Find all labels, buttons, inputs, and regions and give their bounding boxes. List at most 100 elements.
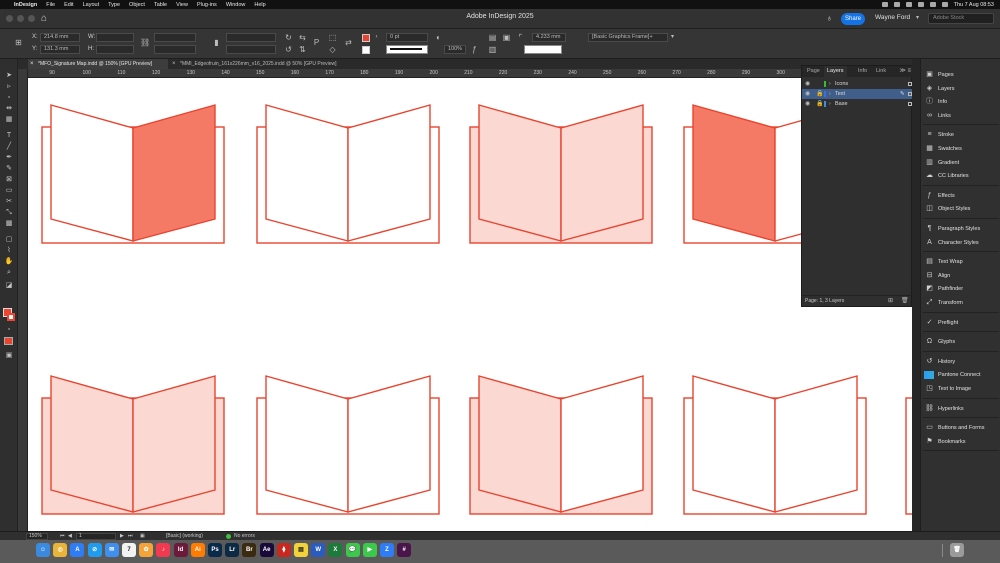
new-layer-icon[interactable]: ⊞ — [888, 296, 893, 307]
dock-panel-pages[interactable]: ▣ Pages — [921, 69, 1000, 81]
h-field[interactable] — [96, 45, 134, 54]
dock-panel-text-to-image[interactable]: ◳ Text to Image — [921, 383, 1000, 395]
layer-row-base[interactable]: ◉ 🔒 › Base — [802, 99, 913, 109]
vertical-ruler[interactable] — [18, 69, 28, 531]
lightbulb-icon[interactable]: ♁ — [826, 13, 833, 23]
close-icon[interactable]: × — [30, 59, 34, 69]
creative-cloud-icon[interactable] — [881, 2, 888, 7]
apply-color-button[interactable] — [4, 337, 13, 345]
y-field[interactable]: 131.3 mm — [40, 45, 80, 54]
dock-app-ae[interactable]: Ae — [259, 543, 274, 557]
opacity-field[interactable]: 100% — [444, 45, 466, 54]
dock-app-trash[interactable]: 🗑 — [950, 543, 964, 557]
dock-panel-gradient[interactable]: ▥ Gradient — [921, 157, 1000, 169]
menu-file[interactable]: File — [46, 2, 55, 8]
close-icon[interactable]: × — [172, 59, 176, 69]
menu-layout[interactable]: Layout — [83, 2, 100, 8]
dock-app-finder[interactable]: ☺ — [36, 543, 50, 557]
tab-links[interactable]: Link — [873, 66, 889, 77]
chevron-right-icon[interactable]: › — [829, 89, 831, 99]
first-page-icon[interactable]: ⏮ — [60, 533, 65, 540]
tab-layers[interactable]: Layers — [824, 66, 847, 77]
panel-menu-icon[interactable]: ≫ ≡ — [900, 67, 911, 74]
dock-app-id[interactable]: Id — [173, 543, 188, 557]
flip-vertical-icon[interactable]: ⇅ — [298, 45, 307, 54]
dock-app-music[interactable]: ♪ — [156, 543, 171, 557]
menu-table[interactable]: Table — [154, 2, 167, 8]
page-tool-icon[interactable]: ▫ — [4, 93, 14, 102]
hand-tool-icon[interactable]: ✋ — [4, 257, 14, 266]
formatting-affects-container-icon[interactable]: ▫ — [4, 325, 14, 334]
dock-panel-transform[interactable]: ⤢ Transform — [921, 297, 1000, 309]
dock-app-chrome[interactable]: ◎ — [53, 543, 68, 557]
share-button[interactable]: Share — [841, 13, 865, 25]
lock-icon[interactable]: 🔒 — [816, 89, 823, 99]
dock-panel-info[interactable]: ⓘ Info — [921, 96, 1000, 108]
document-canvas[interactable] — [28, 78, 912, 531]
dock-app-calendar[interactable]: 7 — [122, 543, 136, 557]
master-page-icon[interactable]: ▣ — [140, 533, 145, 540]
adobe-stock-search[interactable]: Adobe Stock — [928, 13, 994, 24]
free-transform-tool-icon[interactable]: ⤡ — [4, 208, 14, 217]
chevron-down-icon[interactable]: ▾ — [668, 33, 677, 42]
dock-panel-pantone[interactable]: Pantone Connect — [921, 369, 1000, 381]
horizontal-ruler[interactable]: 90 100 110 120 130 140 150 160 170 180 190 200 210 22… — [28, 69, 912, 78]
pen-tool-icon[interactable]: ✒ — [4, 153, 14, 162]
dock-app-acrobat[interactable]: ⧫ — [276, 543, 291, 557]
dock-app-lr[interactable]: Lr — [225, 543, 240, 557]
stroke-weight-field[interactable]: 0 pt — [386, 33, 428, 42]
dock-panel-links[interactable]: ∞ Links — [921, 110, 1000, 122]
rotate-field[interactable] — [226, 33, 276, 42]
menu-help[interactable]: Help — [254, 2, 265, 8]
select-container-icon[interactable]: ⬚ — [328, 33, 337, 42]
dock-panel-glyphs[interactable]: Ω Glyphs — [921, 336, 1000, 348]
previous-page-icon[interactable]: ◀ — [68, 533, 72, 540]
object-style-select[interactable]: [Basic Graphics Frame]+ — [588, 33, 668, 42]
corner-size-field[interactable]: 4.233 mm — [532, 33, 566, 42]
rotate-ccw-icon[interactable]: ↺ — [284, 45, 293, 54]
tab-pages[interactable]: Page — [804, 66, 823, 77]
trash-icon[interactable]: 🗑 — [901, 296, 909, 307]
align-icon[interactable]: ▥ — [488, 45, 497, 54]
fitting-icon[interactable]: ▣ — [502, 33, 511, 42]
dock-app-excel[interactable]: X — [328, 543, 343, 557]
flip-horizontal-icon[interactable]: ⇆ — [298, 33, 307, 42]
dock-panel-history[interactable]: ↺ History — [921, 356, 1000, 368]
note-tool-icon[interactable]: ▢ — [4, 235, 14, 244]
dock-app-ai[interactable]: Ai — [190, 543, 205, 557]
opacity-icon[interactable]: ◐ — [434, 33, 443, 42]
chevron-right-icon[interactable]: › — [829, 79, 831, 89]
dock-panel-stroke[interactable]: ≡ Stroke — [921, 129, 1000, 141]
chevron-right-icon[interactable]: › — [372, 33, 381, 42]
constrain-scale-icon[interactable]: ▮ — [212, 38, 221, 47]
rotate-cw-icon[interactable]: ↻ — [284, 33, 293, 42]
eye-icon[interactable]: ◉ — [805, 79, 810, 89]
tab-info[interactable]: Info — [855, 66, 870, 77]
control-center-icon[interactable] — [941, 2, 948, 7]
gap-tool-icon[interactable]: ⇹ — [4, 104, 14, 113]
w-field[interactable] — [96, 33, 134, 42]
rectangle-frame-tool-icon[interactable]: ⊠ — [4, 175, 14, 184]
search-icon[interactable] — [929, 2, 936, 7]
x-field[interactable]: 214.8 mm — [40, 33, 80, 42]
select-content-icon[interactable]: ◇ — [328, 45, 337, 54]
select-previous-icon[interactable]: ⇄ — [344, 38, 353, 47]
layer-row-icons[interactable]: ◉ › Icons — [802, 79, 913, 89]
dock-app-word[interactable]: W — [311, 543, 326, 557]
scissors-tool-icon[interactable]: ✂ — [4, 197, 14, 206]
layer-row-text[interactable]: ◉ 🔒 › Text ✎ — [802, 89, 913, 99]
eyedropper-tool-icon[interactable]: ⌇ — [4, 246, 14, 255]
text-wrap-icon[interactable]: ▤ — [488, 33, 497, 42]
menu-object[interactable]: Object — [129, 2, 145, 8]
menu-window[interactable]: Window — [226, 2, 246, 8]
scale-y-field[interactable] — [154, 45, 196, 54]
dock-app-safari[interactable]: ⊘ — [87, 543, 102, 557]
preflight-status[interactable]: No errors — [234, 533, 255, 540]
content-collector-icon[interactable]: ▦ — [4, 115, 14, 124]
doc-tab-signature-map[interactable]: × *MFO_Signature Map.indd @ 150% [GPU Pr… — [28, 59, 168, 69]
dock-app-slack[interactable]: # — [397, 543, 412, 557]
next-page-icon[interactable]: ▶ — [120, 533, 124, 540]
constrain-proportions-icon[interactable]: ⛓ — [140, 38, 150, 47]
dock-app-br[interactable]: Br — [242, 543, 257, 557]
selection-tool-icon[interactable]: ➤ — [4, 71, 14, 80]
